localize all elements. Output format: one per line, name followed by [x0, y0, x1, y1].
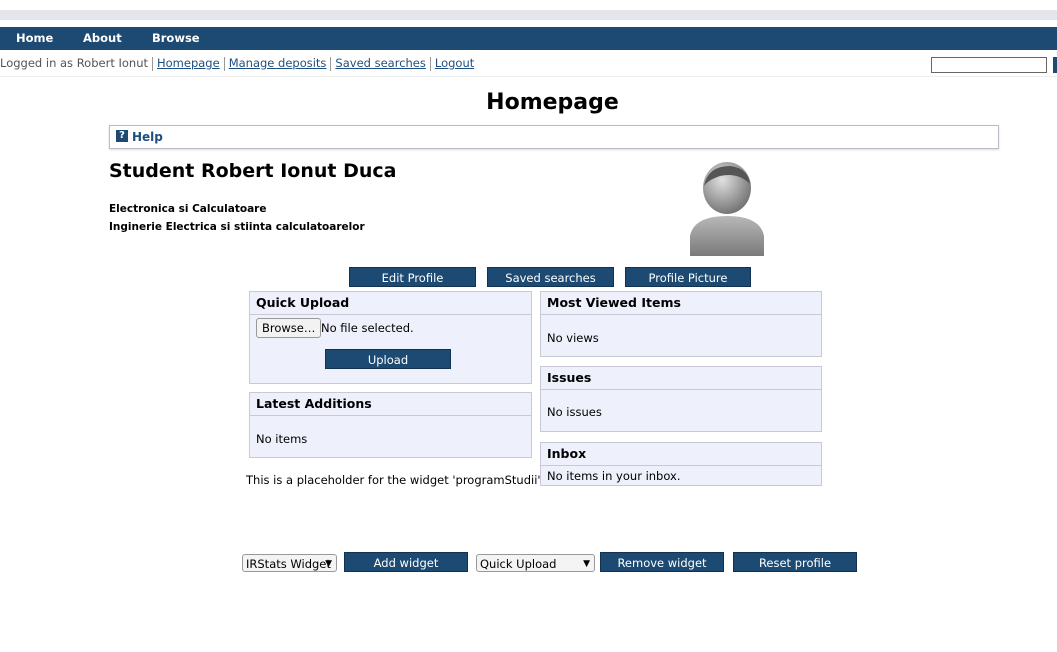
manage-deposits-link[interactable]: Manage deposits — [229, 56, 327, 70]
divider — [429, 56, 431, 71]
affiliation-faculty: Inginerie Electrica si stiinta calculato… — [109, 221, 365, 233]
help-bar[interactable]: ? Help — [109, 125, 999, 149]
avatar — [690, 162, 764, 256]
remove-widget-select[interactable]: Quick Upload ▼ — [476, 554, 595, 572]
browse-button[interactable]: Browse… — [256, 318, 322, 338]
latest-additions-empty: No items — [256, 432, 308, 446]
chevron-down-icon: ▼ — [583, 559, 590, 569]
help-label[interactable]: Help — [132, 128, 163, 146]
saved-searches-button[interactable]: Saved searches — [487, 267, 614, 287]
most-viewed-empty: No views — [547, 331, 599, 345]
nav-home[interactable]: Home — [16, 27, 53, 50]
add-widget-button[interactable]: Add widget — [344, 552, 468, 572]
nav-about[interactable]: About — [83, 27, 122, 50]
inbox-title: Inbox — [541, 443, 821, 466]
issues-widget: Issues No issues — [540, 366, 822, 432]
login-status: Logged in as Robert Ionut — [0, 56, 148, 70]
add-widget-select[interactable]: IRStats Widget ▼ — [242, 554, 337, 572]
add-widget-select-value: IRStats Widget — [246, 557, 331, 571]
latest-additions-widget: Latest Additions No items — [249, 392, 532, 458]
saved-searches-link[interactable]: Saved searches — [335, 56, 425, 70]
profile-picture-button[interactable]: Profile Picture — [625, 267, 751, 287]
most-viewed-title: Most Viewed Items — [541, 292, 821, 315]
remove-widget-button[interactable]: Remove widget — [600, 552, 724, 572]
logout-link[interactable]: Logout — [435, 56, 474, 70]
latest-additions-title: Latest Additions — [250, 393, 531, 416]
quick-upload-widget: Quick Upload Browse… No file selected. U… — [249, 291, 532, 384]
help-icon: ? — [116, 130, 128, 142]
divider — [330, 56, 332, 71]
main-navbar: Home About Browse — [0, 27, 1057, 50]
widget-placeholder: This is a placeholder for the widget 'pr… — [246, 473, 541, 487]
most-viewed-widget: Most Viewed Items No views — [540, 291, 822, 357]
divider — [152, 56, 153, 71]
search-button[interactable] — [1053, 57, 1057, 73]
issues-title: Issues — [541, 367, 821, 390]
upload-button[interactable]: Upload — [325, 349, 451, 369]
reset-profile-button[interactable]: Reset profile — [733, 552, 857, 572]
divider — [223, 56, 225, 71]
inbox-empty: No items in your inbox. — [547, 469, 681, 483]
remove-widget-select-value: Quick Upload — [480, 557, 557, 571]
quick-upload-title: Quick Upload — [250, 292, 531, 315]
top-strip — [0, 10, 1057, 20]
inbox-widget: Inbox No items in your inbox. — [540, 442, 822, 486]
page-title: Homepage — [486, 90, 619, 115]
chevron-down-icon: ▼ — [325, 559, 332, 569]
login-bar: Logged in as Robert Ionut Homepage Manage … — [0, 50, 1057, 77]
nav-browse[interactable]: Browse — [152, 27, 200, 50]
affiliation-department: Electronica si Calculatoare — [109, 203, 267, 215]
user-name: Student Robert Ionut Duca — [109, 160, 397, 182]
issues-empty: No issues — [547, 405, 602, 419]
search-input[interactable] — [931, 57, 1047, 73]
file-status: No file selected. — [321, 321, 414, 335]
homepage-link[interactable]: Homepage — [157, 56, 220, 70]
edit-profile-button[interactable]: Edit Profile — [349, 267, 476, 287]
